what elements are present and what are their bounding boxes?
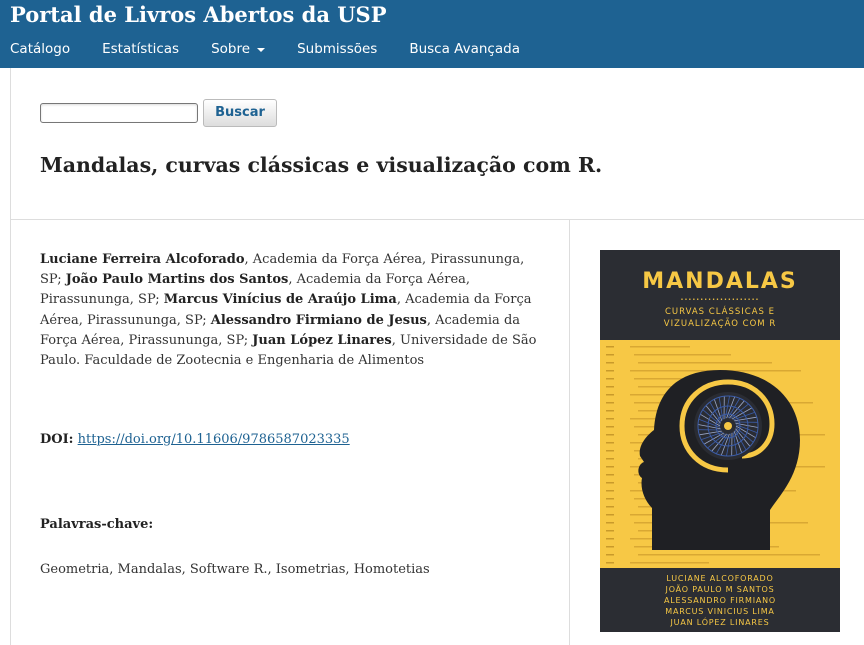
code-line [630,346,690,348]
code-line-number [606,530,614,532]
code-line-number [606,434,614,436]
code-line [638,554,820,556]
search-input[interactable] [40,103,198,123]
nav-item-label: Catálogo [10,41,71,57]
code-line-number [606,378,614,380]
cover-author: JUAN LÓPEZ LINARES [670,616,770,627]
cover-author: MARCUS VINICIUS LIMA [665,607,774,616]
code-line-number [606,514,614,516]
cover-author: ALESSANDRO FIRMIANO [664,596,776,605]
cover-subtitle-2: VIZUALIZAÇÃO COM R [664,318,776,329]
nav-item-catalogo[interactable]: Catálogo [10,38,70,60]
site-title[interactable]: Portal de Livros Abertos da USP [10,0,387,30]
nav-item-label: Estatísticas [102,41,180,57]
nav-item-submissoes[interactable]: Submissões [297,38,377,60]
code-line [638,362,772,364]
page-title: Mandalas, curvas clássicas e visualizaçã… [40,153,603,177]
cover-author: JOÃO PAULO M SANTOS [665,584,775,594]
main-nav: Catálogo Estatísticas Sobre Submissões B… [10,38,552,60]
cover-author: LUCIANE ALCOFORADO [666,574,773,583]
mandala-center [724,422,732,430]
code-line-number [606,466,614,468]
site-header: Portal de Livros Abertos da USP Catálogo… [0,0,864,68]
code-line-number [606,450,614,452]
code-line [634,354,731,356]
code-line-number [606,402,614,404]
caret-down-icon [257,47,266,52]
code-line-number [606,442,614,444]
book-cover[interactable]: MANDALAS •••••••••••••••••••• CURVAS CLÁ… [600,250,840,632]
cover-title: MANDALAS [642,269,798,294]
code-line-number [606,562,614,564]
code-line-number [606,506,614,508]
code-line-number [606,482,614,484]
author-name: Alessandro Firmiano de Jesus [210,312,427,328]
mandala-graphic [694,392,762,460]
doi-label: DOI: [40,432,74,447]
authors-list: Luciane Ferreira Alcoforado, Academia da… [40,250,540,371]
code-line-number [606,554,614,556]
code-line-number [606,546,614,548]
code-line [630,562,709,564]
code-line-number [606,346,614,348]
author-name: Juan López Linares [252,332,392,348]
code-line-number [606,498,614,500]
doi-line: DOI: https://doi.org/10.11606/9786587023… [40,430,350,450]
keywords-label: Palavras-chave: [40,517,154,532]
search-button[interactable]: Buscar [203,99,277,127]
code-line-number [606,522,614,524]
code-line-number [606,490,614,492]
keywords-value: Geometria, Mandalas, Software R., Isomet… [40,562,430,577]
code-line-number [606,418,614,420]
code-line-number [606,458,614,460]
nav-item-busca-avancada[interactable]: Busca Avançada [409,38,520,60]
code-line-number [606,538,614,540]
nav-item-label: Busca Avançada [409,41,520,57]
author-name: Marcus Vinícius de Araújo Lima [163,292,397,308]
code-line-number [606,370,614,372]
nav-item-label: Submissões [297,41,378,57]
author-name: Luciane Ferreira Alcoforado [40,252,245,267]
cover-dots: •••••••••••••••••••• [681,297,760,303]
code-line-number [606,394,614,396]
code-line-number [606,362,614,364]
doi-link[interactable]: https://doi.org/10.11606/9786587023335 [78,432,350,447]
code-line-number [606,354,614,356]
author-name: João Paulo Martins dos Santos [65,272,289,288]
cover-subtitle-1: CURVAS CLÁSSICAS E [665,305,775,317]
nav-item-estatisticas[interactable]: Estatísticas [102,38,179,60]
divider [10,219,864,220]
code-line-number [606,474,614,476]
code-line-number [606,410,614,412]
code-line-number [606,426,614,428]
code-line-number [606,386,614,388]
nav-item-sobre[interactable]: Sobre [211,38,266,60]
column-divider [569,220,570,645]
nav-item-label: Sobre [211,41,251,57]
